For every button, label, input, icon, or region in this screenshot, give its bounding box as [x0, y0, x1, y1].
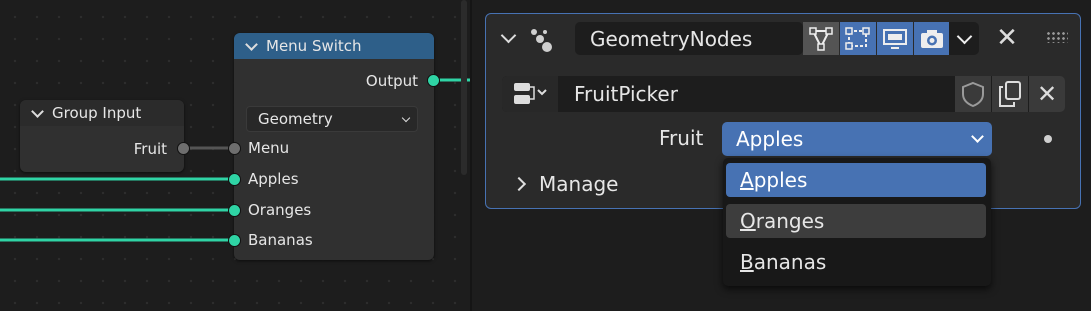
socket-label-apples: Apples: [248, 170, 299, 188]
node-tree-icon: [514, 83, 547, 104]
modifier-name: GeometryNodes: [590, 26, 753, 51]
close-icon[interactable]: ✕: [994, 23, 1020, 53]
menu-item-mnemonic: A: [740, 168, 754, 192]
keyframe-dot-icon[interactable]: [1044, 135, 1052, 143]
node-group-browse-button[interactable]: [502, 76, 558, 112]
manage-label: Manage: [539, 172, 619, 196]
node-title: Menu Switch: [266, 37, 362, 55]
chevron-down-icon: [956, 28, 972, 44]
fruit-dropdown-menu: Apples Oranges Bananas: [723, 158, 991, 286]
socket-oranges-input[interactable]: [228, 204, 241, 217]
chevron-down-icon[interactable]: [31, 104, 44, 118]
modifier-name-field[interactable]: GeometryNodes: [575, 22, 803, 55]
menu-item-apples[interactable]: Apples: [726, 163, 986, 197]
chevron-down-icon: [971, 130, 984, 143]
node-group-name[interactable]: FruitPicker: [574, 76, 678, 112]
menu-switch-node[interactable]: Menu Switch Output Geometry Menu Apples …: [228, 33, 440, 260]
fruit-input-label: Fruit: [659, 126, 704, 150]
chevron-down-icon[interactable]: [245, 37, 258, 51]
fruit-menu-select[interactable]: Apples: [722, 122, 992, 156]
socket-label-menu: Menu: [248, 139, 290, 157]
menu-item-label-rest: pples: [753, 168, 808, 192]
group-input-header[interactable]: Group Input: [20, 100, 184, 126]
menu-item-oranges[interactable]: Oranges: [726, 204, 986, 238]
edit-mode-icon[interactable]: [840, 22, 876, 55]
socket-label-output: Output: [365, 72, 418, 90]
socket-menu-input[interactable]: [228, 142, 241, 155]
grip-icon[interactable]: [1046, 31, 1068, 43]
duplicate-icon[interactable]: [992, 76, 1028, 112]
fake-user-icon[interactable]: [955, 76, 991, 112]
chevron-right-icon: [511, 176, 527, 192]
manage-panel-header[interactable]: Manage: [511, 172, 619, 196]
chevron-down-icon: [401, 113, 411, 123]
socket-fruit-output[interactable]: [177, 142, 190, 155]
chevron-down-icon[interactable]: [500, 27, 517, 44]
area-divider[interactable]: [470, 0, 472, 311]
socket-label-bananas: Bananas: [248, 231, 313, 249]
menu-item-mnemonic: B: [740, 250, 754, 274]
socket-label-oranges: Oranges: [248, 201, 312, 219]
node-editor[interactable]: Group Input Fruit Menu Switch Output Geo…: [0, 0, 470, 311]
modifier-icon: [528, 26, 556, 52]
socket-label-fruit: Fruit: [133, 140, 167, 158]
menu-item-label-rest: ananas: [753, 250, 827, 274]
modifier-menu-button[interactable]: [949, 22, 979, 55]
fruit-menu-value: Apples: [736, 127, 804, 151]
editor-scrollbar[interactable]: [461, 0, 467, 175]
socket-output[interactable]: [427, 74, 440, 87]
data-type-value: Geometry: [258, 110, 333, 128]
node-tree-icon[interactable]: [803, 22, 839, 55]
group-input-node[interactable]: Group Input Fruit: [20, 100, 190, 172]
render-icon[interactable]: [914, 22, 950, 55]
unlink-icon[interactable]: ✕: [1029, 76, 1065, 112]
socket-bananas-input[interactable]: [228, 234, 241, 247]
menu-switch-header[interactable]: Menu Switch: [234, 33, 434, 59]
menu-item-label-rest: ranges: [755, 209, 825, 233]
menu-item-mnemonic: O: [740, 209, 756, 233]
data-type-select[interactable]: Geometry: [246, 106, 418, 132]
realtime-icon[interactable]: [877, 22, 913, 55]
socket-apples-input[interactable]: [228, 173, 241, 186]
menu-item-bananas[interactable]: Bananas: [726, 245, 986, 279]
node-group-selector: FruitPicker ✕: [502, 76, 1065, 112]
node-title: Group Input: [52, 104, 142, 122]
